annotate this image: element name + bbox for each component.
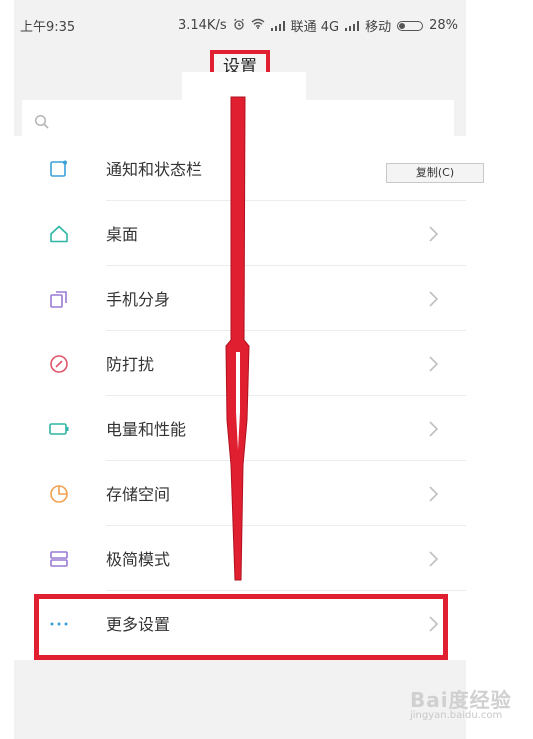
settings-item-do-not-disturb[interactable]: 防打扰 bbox=[14, 331, 466, 396]
battery-percent: 28% bbox=[429, 18, 458, 33]
settings-item-label: 存储空间 bbox=[106, 485, 171, 504]
battery-status-icon bbox=[397, 20, 424, 31]
chevron-right-icon bbox=[424, 290, 442, 308]
chevron-right-icon bbox=[424, 485, 442, 503]
chevron-right-icon bbox=[424, 550, 442, 568]
carrier-mobile: 移动 bbox=[365, 20, 392, 35]
settings-item-storage[interactable]: 存储空间 bbox=[14, 461, 466, 526]
settings-item-simple-mode[interactable]: 极简模式 bbox=[14, 526, 466, 591]
settings-item-label: 更多设置 bbox=[106, 615, 171, 634]
settings-item-label: 通知和状态栏 bbox=[106, 160, 203, 179]
settings-item-more-settings[interactable]: 更多设置 bbox=[14, 591, 466, 656]
storage-icon bbox=[48, 483, 70, 505]
settings-item-label: 桌面 bbox=[106, 225, 139, 244]
settings-item-label: 电量和性能 bbox=[106, 420, 187, 439]
settings-item-battery-performance[interactable]: 电量和性能 bbox=[14, 396, 466, 461]
chevron-right-icon bbox=[424, 225, 442, 243]
settings-item-desktop[interactable]: 桌面 bbox=[14, 201, 466, 266]
status-right: 3.14K/s 联通 4G 移动 28% bbox=[178, 16, 458, 35]
clone-icon bbox=[48, 288, 70, 310]
network-speed: 3.14K/s bbox=[177, 18, 227, 33]
search-icon bbox=[34, 114, 50, 134]
screenshot: 上午9:35 3.14K/s 联通 4G 移动 28% 设置 通知和状态栏 桌面… bbox=[0, 0, 533, 739]
settings-item-dual-apps[interactable]: 手机分身 bbox=[14, 266, 466, 331]
overlay-patch bbox=[182, 72, 306, 136]
bottom-background bbox=[14, 660, 466, 739]
status-bar: 上午9:35 3.14K/s 联通 4G 移动 28% bbox=[14, 0, 466, 44]
alarm-icon bbox=[233, 18, 245, 34]
chevron-right-icon bbox=[424, 615, 442, 633]
settings-item-label: 防打扰 bbox=[106, 355, 155, 374]
watermark-brand: Bai度经验 bbox=[410, 688, 512, 712]
settings-item-label: 手机分身 bbox=[106, 290, 171, 309]
chevron-right-icon bbox=[424, 420, 442, 438]
baidu-watermark: Bai度经验 jingyan.baidu.com bbox=[410, 684, 520, 734]
notification-icon bbox=[48, 158, 70, 180]
do-not-disturb-icon bbox=[48, 353, 70, 375]
settings-item-label: 极简模式 bbox=[106, 550, 171, 569]
carrier-unicom: 联通 4G bbox=[290, 20, 340, 35]
status-time: 上午9:35 bbox=[20, 20, 76, 35]
wifi-icon bbox=[251, 18, 265, 33]
signal-icon bbox=[270, 20, 285, 31]
more-icon bbox=[48, 613, 70, 635]
watermark-url: jingyan.baidu.com bbox=[410, 710, 503, 721]
signal-icon bbox=[345, 20, 360, 31]
chevron-right-icon bbox=[424, 355, 442, 373]
home-icon bbox=[48, 223, 70, 245]
simple-mode-icon bbox=[48, 548, 70, 570]
phone-screen: 上午9:35 3.14K/s 联通 4G 移动 28% 设置 通知和状态栏 桌面… bbox=[14, 0, 466, 739]
copy-button[interactable]: 复制(C) bbox=[386, 163, 484, 183]
battery-icon bbox=[48, 418, 70, 440]
